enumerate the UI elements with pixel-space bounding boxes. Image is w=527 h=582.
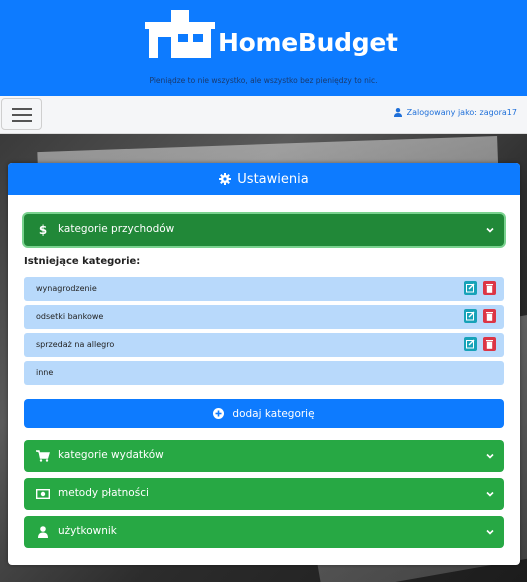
user-settings-toggle[interactable]: użytkownik (24, 516, 504, 548)
chevron-down-icon (486, 491, 494, 497)
delete-button[interactable] (483, 337, 496, 351)
category-row: inne (24, 361, 504, 385)
menu-toggle-button[interactable] (1, 98, 42, 130)
brand-name[interactable]: HomeBudget (218, 28, 398, 57)
category-row: odsetki bankowe (24, 305, 504, 329)
trash-icon (486, 312, 493, 321)
add-category-button[interactable]: dodaj kategorię (24, 399, 504, 428)
category-name: sprzedaż na allegro (36, 340, 115, 349)
category-name: inne (36, 368, 54, 377)
delete-button[interactable] (483, 309, 496, 323)
trash-icon (486, 284, 493, 293)
chevron-down-icon (486, 453, 494, 459)
user-label: Zalogowany jako: zagora17 (406, 108, 517, 117)
category-row: sprzedaż na allegro (24, 333, 504, 357)
delete-button[interactable] (483, 281, 496, 295)
card-title: Ustawienia (237, 171, 309, 187)
category-name: odsetki bankowe (36, 312, 104, 321)
section-label: użytkownik (58, 525, 117, 537)
user-icon (393, 108, 402, 117)
edit-button[interactable] (464, 281, 477, 295)
edit-button[interactable] (464, 337, 477, 351)
trash-icon (486, 340, 493, 349)
house-logo-icon (145, 10, 215, 58)
user-icon (38, 526, 48, 538)
gear-icon (219, 173, 232, 185)
tagline: Pieniądze to nie wszystko, ale wszystko … (149, 76, 378, 85)
section-label: metody płatności (58, 487, 149, 499)
edit-icon (466, 283, 475, 293)
card-header: Ustawienia (8, 163, 520, 195)
payment-methods-toggle[interactable]: metody płatności (24, 478, 504, 510)
money-bill-icon (36, 488, 50, 500)
chevron-down-icon (486, 227, 494, 233)
hamburger-line (12, 108, 32, 110)
edit-icon (466, 311, 475, 321)
category-name: wynagrodzenie (36, 284, 97, 293)
category-row: wynagrodzenie (24, 277, 504, 301)
logged-in-user[interactable]: Zalogowany jako: zagora17 (393, 108, 517, 117)
edit-button[interactable] (464, 309, 477, 323)
navbar: Zalogowany jako: zagora17 (0, 96, 527, 134)
settings-card: Ustawienia $ kategorie przychodów Istnie… (8, 163, 520, 565)
add-category-label: dodaj kategorię (232, 407, 315, 420)
cart-icon (36, 450, 50, 462)
site-header: HomeBudget Pieniądze to nie wszystko, al… (0, 0, 527, 96)
existing-categories-label: Istniejące kategorie: (24, 256, 141, 267)
dollar-icon: $ (38, 223, 48, 237)
section-label: kategorie przychodów (58, 223, 175, 235)
income-categories-toggle[interactable]: $ kategorie przychodów (24, 214, 504, 246)
section-label: kategorie wydatków (58, 449, 164, 461)
hamburger-line (12, 120, 32, 122)
plus-circle-icon (213, 408, 225, 419)
chevron-down-icon (486, 529, 494, 535)
edit-icon (466, 339, 475, 349)
expense-categories-toggle[interactable]: kategorie wydatków (24, 440, 504, 472)
hamburger-line (12, 114, 32, 116)
